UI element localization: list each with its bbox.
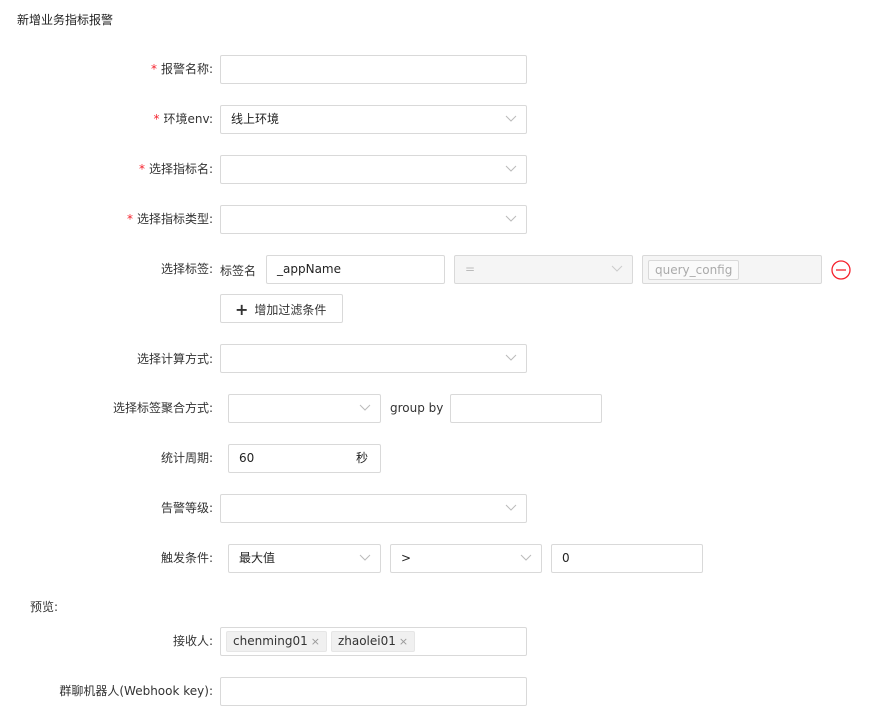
alert-name-label: * 报警名称: xyxy=(150,62,213,76)
trigger-func-value: 最大值 xyxy=(239,551,276,565)
metric-type-label: * 选择指标类型: xyxy=(126,212,213,226)
tag-agg-select[interactable] xyxy=(228,394,381,423)
env-label: * 环境env: xyxy=(153,112,213,126)
group-by-label: group by xyxy=(390,401,444,415)
chevron-down-icon xyxy=(505,215,517,223)
trigger-label: 触发条件: xyxy=(160,551,213,565)
tag-value-select[interactable]: query_config xyxy=(642,255,822,284)
period-input[interactable]: 60 秒 xyxy=(228,444,381,473)
page-title: 新增业务指标报警 xyxy=(17,13,114,27)
calc-method-label: 选择计算方式: xyxy=(136,352,213,366)
preview-section-label: 预览: xyxy=(30,600,59,614)
tag-label: 选择标签: xyxy=(160,262,213,276)
period-label: 统计周期: xyxy=(160,451,213,465)
trigger-op-value: > xyxy=(401,551,412,565)
period-value: 60 xyxy=(239,451,255,465)
tag-operator-value: = xyxy=(465,262,476,276)
chevron-down-icon xyxy=(505,165,517,173)
tag-key-input[interactable]: _appName xyxy=(266,255,445,284)
tag-value-chip: query_config xyxy=(648,259,740,280)
receivers-label: 接收人: xyxy=(172,634,213,648)
required-mark: * xyxy=(138,162,145,176)
chevron-down-icon xyxy=(359,404,371,412)
plus-icon: + xyxy=(235,300,249,319)
webhook-key-input[interactable] xyxy=(220,677,527,706)
chevron-down-icon xyxy=(505,354,517,362)
env-select-value: 线上环境 xyxy=(231,112,280,126)
alert-name-input[interactable] xyxy=(220,55,527,84)
receivers-select[interactable]: chenming01 × zhaolei01 × xyxy=(220,627,527,656)
chevron-down-icon xyxy=(611,265,623,273)
alert-level-select[interactable] xyxy=(220,494,527,523)
group-by-input[interactable] xyxy=(450,394,602,423)
receiver-tag: zhaolei01 × xyxy=(330,631,416,652)
trigger-func-select[interactable]: 最大值 xyxy=(228,544,381,573)
chevron-down-icon xyxy=(505,504,517,512)
trigger-op-select[interactable]: > xyxy=(390,544,542,573)
required-mark: * xyxy=(126,212,133,226)
trigger-threshold-input[interactable]: 0 xyxy=(551,544,703,573)
metric-type-select[interactable] xyxy=(220,205,527,234)
add-filter-button[interactable]: + 增加过滤条件 xyxy=(220,294,343,323)
remove-circle-icon[interactable] xyxy=(831,260,851,280)
required-mark: * xyxy=(153,112,160,126)
metric-name-select[interactable] xyxy=(220,155,527,184)
alert-level-label: 告警等级: xyxy=(160,501,213,515)
tag-key-label: 标签名 xyxy=(220,264,257,278)
required-mark: * xyxy=(150,62,157,76)
period-unit: 秒 xyxy=(355,451,368,465)
env-select[interactable]: 线上环境 xyxy=(220,105,527,134)
chevron-down-icon xyxy=(359,554,371,562)
calc-method-select[interactable] xyxy=(220,344,527,373)
receiver-tag: chenming01 × xyxy=(226,631,327,652)
metric-name-label: * 选择指标名: xyxy=(138,162,213,176)
close-icon[interactable]: × xyxy=(399,635,408,648)
tag-operator-select[interactable]: = xyxy=(454,255,633,284)
chevron-down-icon xyxy=(505,115,517,123)
webhook-label: 群聊机器人(Webhook key): xyxy=(59,684,213,698)
close-icon[interactable]: × xyxy=(311,635,320,648)
chevron-down-icon xyxy=(520,554,532,562)
tag-agg-label: 选择标签聚合方式: xyxy=(112,401,213,415)
